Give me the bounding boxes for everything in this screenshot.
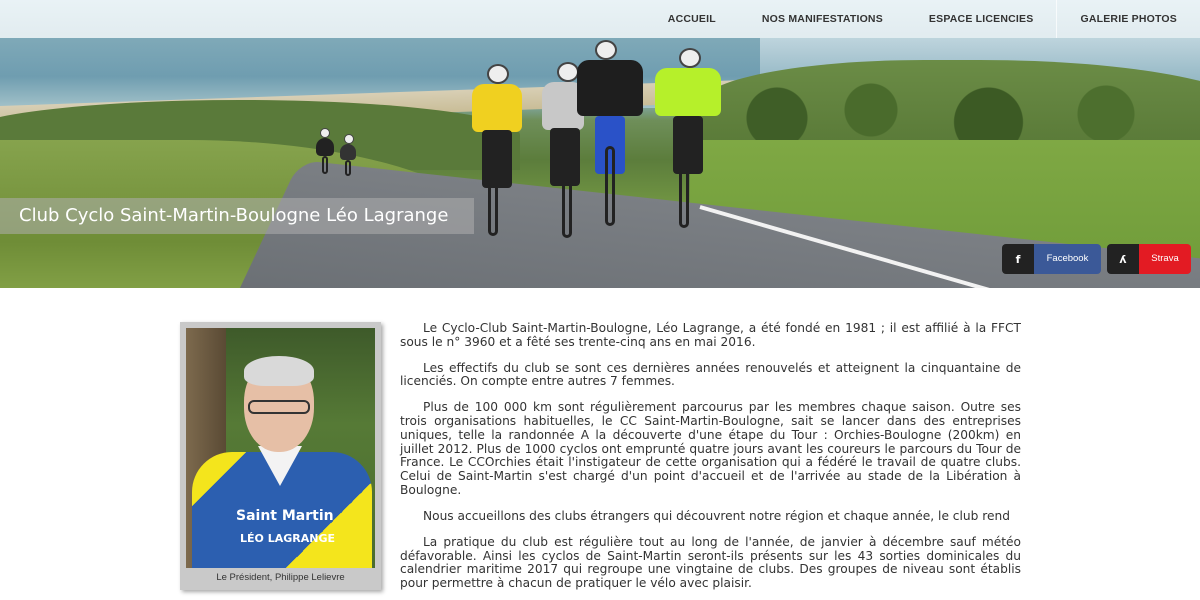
nav-item-espace-licencies[interactable]: ESPACE LICENCIES [906, 0, 1057, 38]
paragraph: La pratique du club est régulière tout a… [400, 534, 1021, 591]
strava-button[interactable]: ʎ Strava [1107, 244, 1191, 274]
site-title: Club Cyclo Saint-Martin-Boulogne Léo Lag… [0, 198, 474, 234]
top-nav: ACCUEIL NOS MANIFESTATIONS ESPACE LICENC… [0, 0, 1200, 38]
jersey-text-1: Saint Martin [236, 508, 334, 524]
paragraph: Le Cyclo-Club Saint-Martin-Boulogne, Léo… [400, 321, 1021, 349]
facebook-button[interactable]: f Facebook [1002, 244, 1101, 274]
jersey-text-2: LÉO LAGRANGE [240, 532, 335, 545]
hero-trees [730, 70, 1200, 150]
club-description: Le Cyclo-Club Saint-Martin-Boulogne, Léo… [400, 321, 1021, 600]
nav-item-nos-manifestations[interactable]: NOS MANIFESTATIONS [739, 0, 906, 38]
strava-label: Strava [1139, 244, 1191, 274]
nav-item-accueil[interactable]: ACCUEIL [645, 0, 739, 38]
photo-caption: Le Président, Philippe Lelievre [216, 572, 345, 583]
facebook-label: Facebook [1034, 244, 1101, 274]
paragraph: Les effectifs du club se sont ces derniè… [400, 360, 1021, 389]
paragraph: Plus de 100 000 km sont régulièrement pa… [400, 400, 1021, 497]
facebook-icon: f [1002, 244, 1034, 274]
glasses [248, 400, 310, 414]
president-photo-card: Saint Martin LÉO LAGRANGE Le Président, … [180, 322, 381, 590]
strava-icon: ʎ [1107, 244, 1139, 274]
president-photo: Saint Martin LÉO LAGRANGE [186, 328, 375, 568]
nav-item-galerie-photos[interactable]: GALERIE PHOTOS [1056, 0, 1200, 38]
paragraph: Nous accueillons des clubs étrangers qui… [423, 509, 1010, 523]
